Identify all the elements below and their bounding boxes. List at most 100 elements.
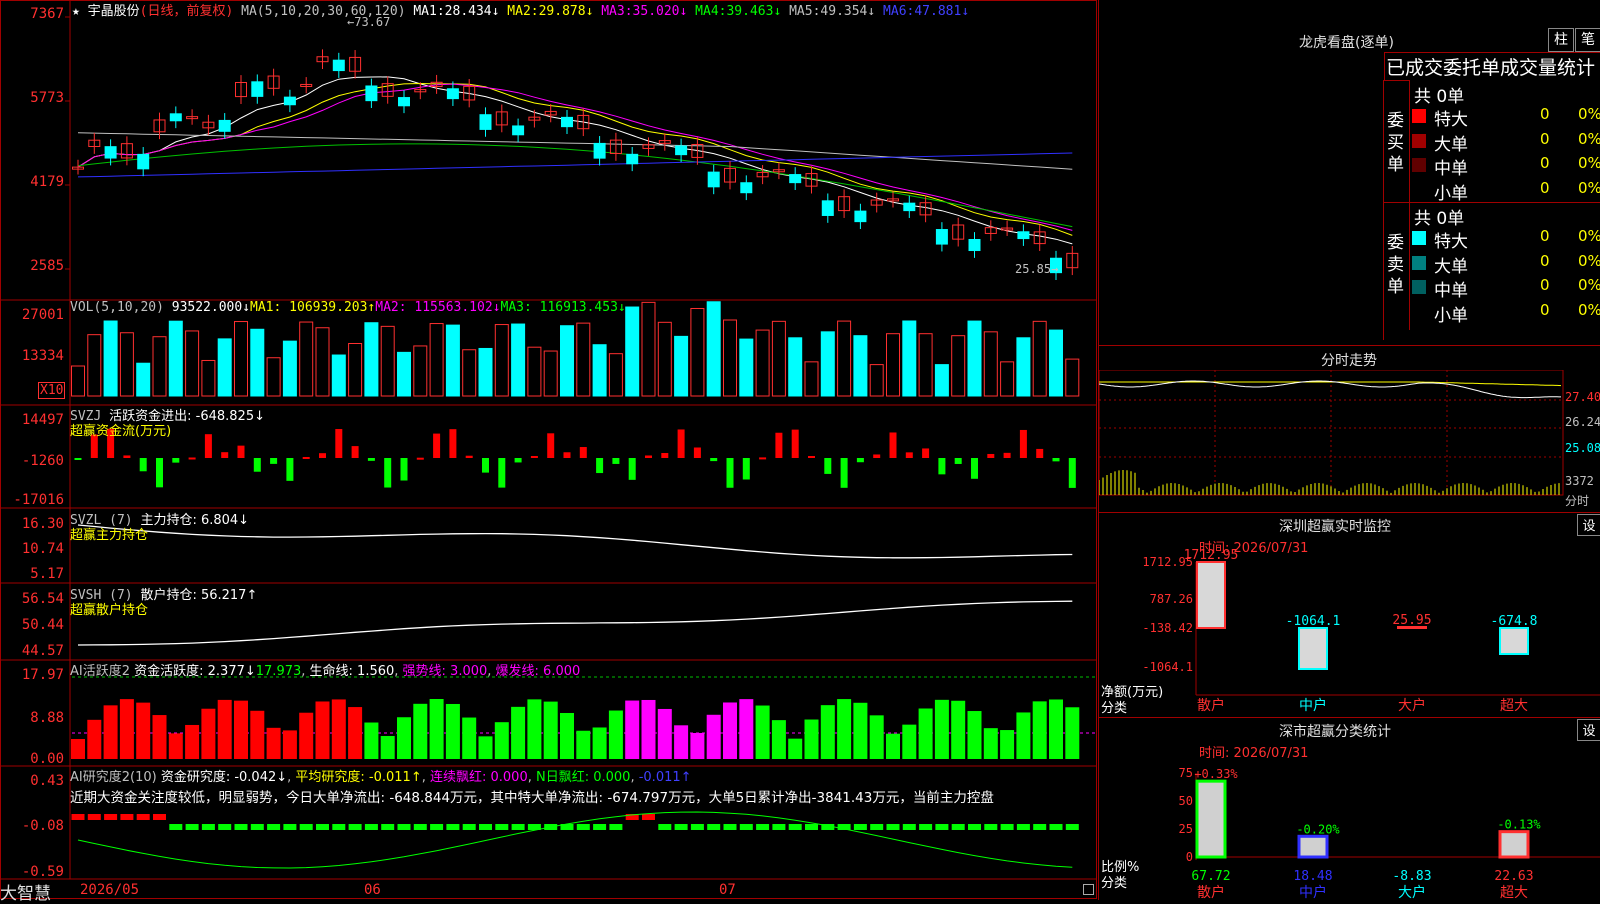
classify-bar [1297,834,1329,859]
buy-pct: 0% [1578,178,1600,197]
ai-active-bar [608,710,623,759]
svzj-bar [253,458,261,472]
svzj-bar [661,453,669,458]
volume-bar [837,320,852,397]
svsh-desc: 散户持仓: 56.217↑ [140,588,258,603]
ai-research-bar [935,824,949,830]
volume-bar [511,323,526,397]
bar-mode-button[interactable]: 柱 [1548,28,1574,52]
longhu-subtitle: 已成交委托单成交量统计 [1386,57,1596,79]
sell-row: 特大 0 0% [1412,227,1600,252]
candle-body [903,202,916,212]
buy-swatch [1412,158,1426,172]
vol-ma1: MA1: 106939.203↑ [250,300,376,315]
ai-active-bar [397,717,411,759]
ai-active-bar [364,722,379,759]
ai-active-bar [168,733,183,759]
ai-research-bar [919,824,933,830]
svzj-ytick-2: -17016 [13,492,64,508]
ai-active-bar [755,705,770,759]
intraday-vol-tick: 3372 [1565,474,1594,488]
ai-research-bar [658,824,672,830]
ai-research-bar [511,824,525,830]
kline-chart-svg[interactable] [0,0,1097,900]
svzj-bar [1019,429,1027,458]
svzj-bar [938,458,946,475]
ai-research-v4: N日飘红: 0.000 [535,770,631,785]
buy-row: 中单 0 0% [1412,154,1600,179]
volume-bar [1049,329,1063,397]
sell-name: 小单 [1434,305,1468,326]
ai-active-bar [1000,730,1015,759]
svzj-bar [465,455,473,458]
ai-active-bar [136,702,151,759]
sell-vol: 0 [1540,251,1550,270]
brand-logo[interactable]: 大智慧 [0,879,51,904]
ai-active-bar [152,715,167,759]
buy-swatch [1412,133,1426,148]
volume-bar [201,359,216,397]
classify-value-label: 18.48 [1293,869,1332,884]
classify-change-label: +0.33% [1194,767,1238,781]
classify-value-label: 22.63 [1494,869,1533,884]
ai-research-bar [870,824,884,830]
volume-bar [592,344,607,397]
svzj-bar [302,456,310,459]
ai-research-bar [250,824,264,830]
star-icon[interactable]: ★ [72,4,80,19]
buy-swatch [1412,183,1426,197]
high-price-label: ←73.67 [347,15,391,29]
chart-area[interactable]: ★ 宇晶股份(日线，前复权) MA(5,10,20,30,60,120) MA1… [0,0,1097,904]
svzj-bar [482,458,489,473]
volume-bar [755,329,770,397]
candle-body [446,88,459,100]
ai-active-bar [592,727,607,759]
vol-header: VOL(5,10,20) 93522.000↓MA1: 106939.203↑M… [70,300,626,315]
ai-research-desc: 资金研究度: -0.042↓ [160,770,288,785]
svzl-line [77,524,1073,559]
ai-research-bar [218,824,232,830]
candle-body [365,85,378,102]
buy-side-label: 委买单 [1387,111,1404,175]
volume-bar [478,347,493,397]
svzj-bar [498,458,506,488]
svzj-bar [530,455,538,458]
svzj-sub: 超赢资金流(万元) [70,424,172,439]
intraday-chart[interactable] [1099,370,1600,515]
ma-line [77,152,1073,178]
candle-body [593,142,606,159]
volume-bar [788,337,803,397]
ai-research-bar [984,824,998,830]
ai-active-bar [788,738,803,759]
sell-swatch [1412,305,1426,319]
volume-bar [380,325,395,397]
classify-category-label: 散户 [1197,884,1225,900]
low-price-label: 25.85→ [1015,262,1059,276]
candle-body [104,146,117,159]
intraday-title: 分时走势 [1321,353,1377,369]
svzj-bar [840,458,848,488]
ma4-value: 39.463↓ [726,4,782,19]
ai-active-bar [413,703,428,759]
buy-vol: 0 [1540,105,1550,123]
sell-pct: 0% [1578,300,1600,319]
svzj-bar [384,458,392,488]
volume-bar [445,324,460,397]
tick-mode-button[interactable]: 笔 [1575,28,1600,52]
vol-ma2: MA2: 115563.102↓ [375,300,501,315]
volume-bar [853,335,868,397]
sz-classify-chart: 75 50 25 0 +0.33% 67.72散户 -0.20% 18.48中户 -8.83大户… [1179,766,1600,900]
svzj-bar [400,458,408,481]
svzj-bar [677,429,685,458]
lock-icon[interactable] [1083,884,1094,895]
ai-active-bar [87,719,102,759]
classify-category-label: 超大 [1500,885,1528,900]
monitor-bar [1196,561,1226,629]
svsh-ytick-1: 50.44 [21,617,64,633]
candle-body [968,239,981,252]
classify-change-label: -0.13% [1497,818,1541,832]
svzj-bar [351,446,359,458]
ai-research-bar [71,814,85,820]
volume-bar [299,321,314,397]
volume-bar [494,324,509,397]
